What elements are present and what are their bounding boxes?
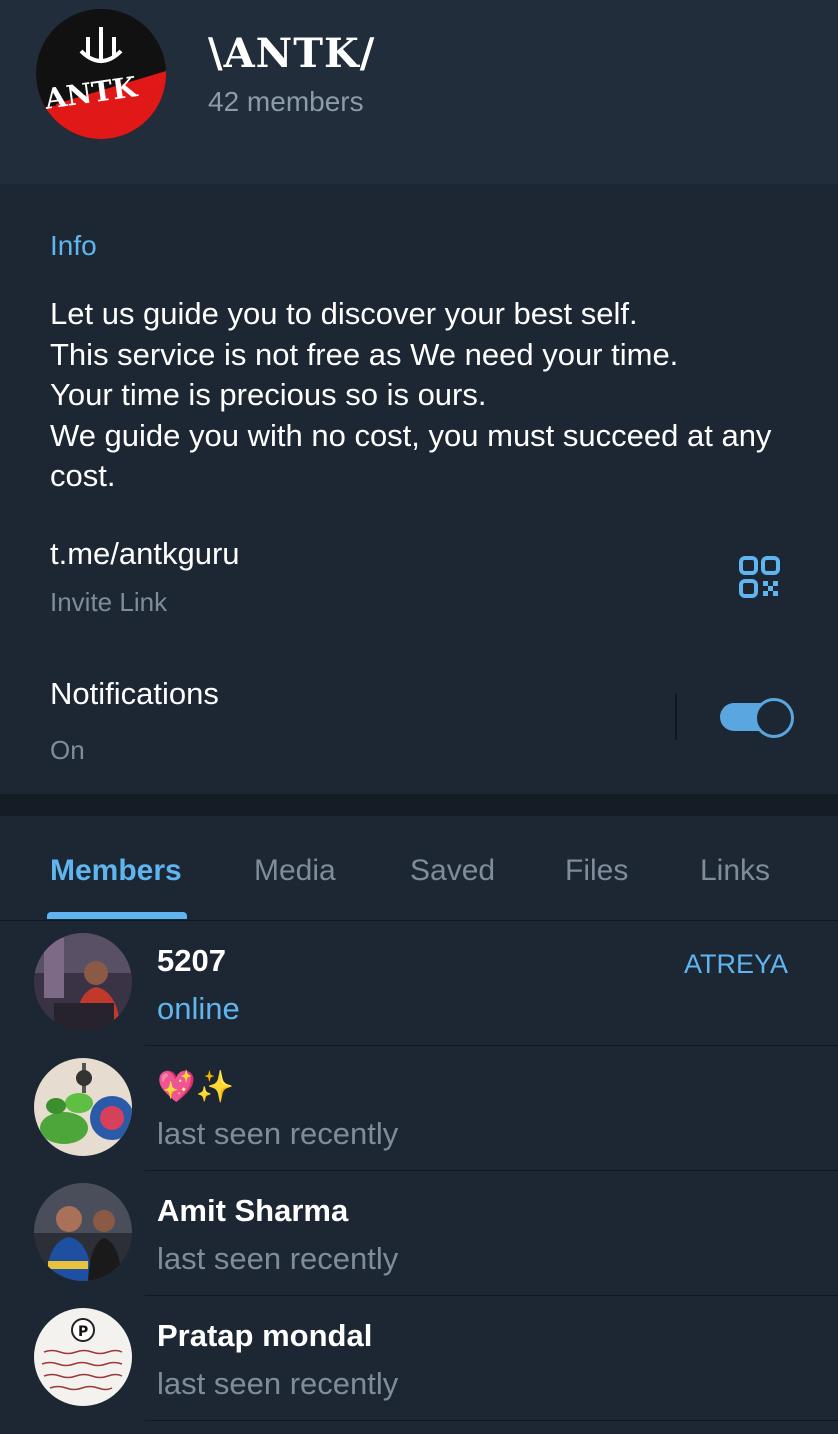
qr-code-icon [739,556,780,598]
member-name: Pratap mondal [157,1318,373,1353]
invite-link[interactable]: t.me/antkguru [50,536,240,572]
toggle-knob [754,698,794,738]
group-avatar[interactable]: ANTK [36,9,166,139]
member-status: last seen recently [157,1241,399,1276]
tab-saved[interactable]: Saved [410,854,495,888]
info-heading: Info [50,230,97,261]
list-item[interactable]: 5207 online ATREYA [0,921,838,1046]
member-status: last seen recently [157,1116,399,1151]
avatar [34,1058,132,1156]
avatar: P [34,1308,132,1406]
notifications-divider [675,694,677,740]
member-name: Amit Sharma [157,1193,349,1228]
list-item[interactable]: 💖✨ last seen recently [0,1046,838,1171]
info-section: Info Let us guide you to discover your b… [0,184,838,794]
notifications-toggle[interactable] [720,698,794,738]
member-count: 42 members [208,86,364,117]
group-description: Let us guide you to discover your best s… [50,296,772,493]
section-separator [0,794,838,816]
avatar [34,933,132,1031]
qr-code-button[interactable] [736,554,786,604]
group-title: \ANTK/ [208,30,376,77]
member-role-badge: ATREYA [683,949,788,979]
member-status: online [157,991,240,1026]
list-item[interactable]: Amit Sharma last seen recently [0,1171,838,1296]
notifications-label: Notifications [50,676,219,711]
member-name: 💖✨ [157,1069,235,1104]
active-tab-indicator [47,912,187,919]
avatar [34,1183,132,1281]
tab-members[interactable]: Members [50,854,182,888]
invite-link-label: Invite Link [50,587,168,617]
tab-links[interactable]: Links [700,854,770,888]
list-item[interactable]: P Pratap mondal last seen recently [0,1296,838,1421]
row-divider [145,1420,838,1421]
svg-text:P: P [78,1324,88,1340]
member-status: last seen recently [157,1366,399,1401]
media-tabs: Members Media Saved Files Links [0,816,838,921]
tab-files[interactable]: Files [565,854,628,888]
group-header: ANTK \ANTK/ 42 members [0,0,838,184]
member-name: 5207 [157,943,226,978]
notifications-state: On [50,735,85,765]
tab-media[interactable]: Media [254,854,336,888]
